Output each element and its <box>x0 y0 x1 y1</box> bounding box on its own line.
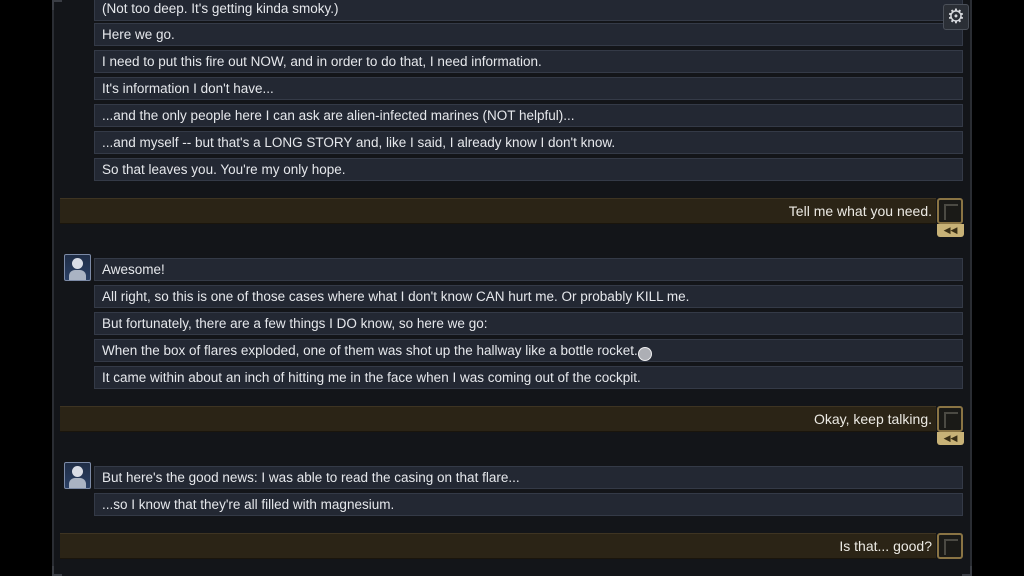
frame-corner <box>52 0 62 10</box>
player-reply: Is that... good? <box>60 533 936 559</box>
dialogue-line: Here we go. <box>94 23 963 46</box>
player-portrait-icon <box>937 533 963 559</box>
dialogue-line: ...and myself -- but that's a LONG STORY… <box>94 131 963 154</box>
dialogue-line: When the box of flares exploded, one of … <box>94 339 963 362</box>
mouse-cursor <box>638 347 652 361</box>
dialogue-line: ...so I know that they're all filled wit… <box>94 493 963 516</box>
player-portrait-icon <box>937 406 963 432</box>
dialogue-line: All right, so this is one of those cases… <box>94 285 963 308</box>
dialogue-line: I need to put this fire out NOW, and in … <box>94 50 963 73</box>
character-avatar-icon <box>64 462 91 489</box>
rewind-button[interactable]: ◀◀ <box>937 224 964 237</box>
frame-corner <box>52 566 62 576</box>
dialogue-line: But fortunately, there are a few things … <box>94 312 963 335</box>
player-reply: Okay, keep talking. <box>60 406 936 432</box>
settings-gear-icon[interactable]: ⚙ <box>943 4 969 30</box>
player-portrait-icon <box>937 198 963 224</box>
character-avatar-icon <box>64 254 91 281</box>
dialogue-line: So that leaves you. You're my only hope. <box>94 158 963 181</box>
rewind-button[interactable]: ◀◀ <box>937 432 964 445</box>
dialogue-line: (Not too deep. It's getting kinda smoky.… <box>94 0 963 21</box>
dialogue-line: ...and the only people here I can ask ar… <box>94 104 963 127</box>
dialogue-line: But here's the good news: I was able to … <box>94 466 963 489</box>
dialogue-line: Awesome! <box>94 258 963 281</box>
player-reply: Tell me what you need. <box>60 198 936 224</box>
dialogue-line: It's information I don't have... <box>94 77 963 100</box>
frame-corner <box>962 566 972 576</box>
dialogue-line: It came within about an inch of hitting … <box>94 366 963 389</box>
